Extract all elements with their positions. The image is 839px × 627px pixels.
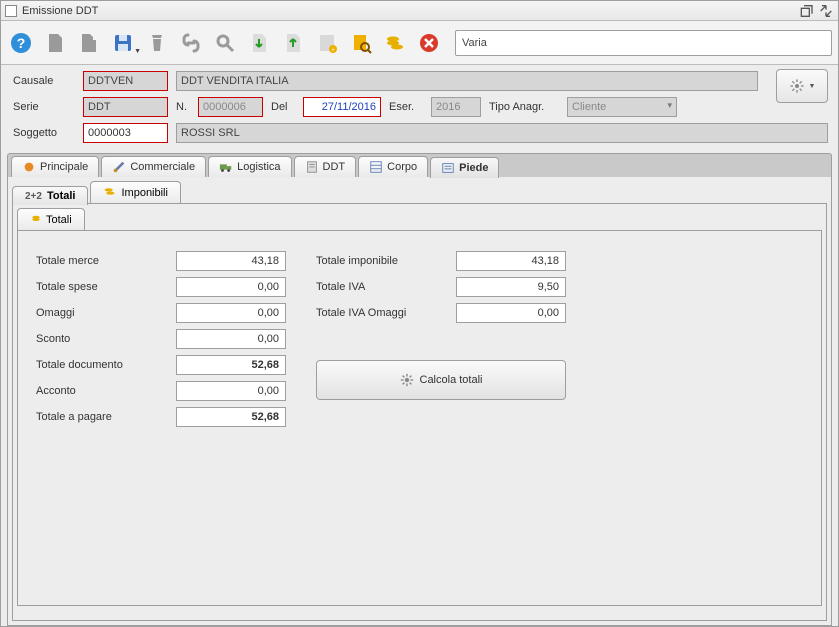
totale-spese-value[interactable]: 0,00 — [176, 277, 286, 297]
eser-field: 2016 — [431, 97, 481, 117]
help-button[interactable]: ? — [7, 29, 35, 57]
gear-icon — [400, 373, 414, 387]
tab-logistica[interactable]: Logistica — [208, 156, 291, 177]
totali-pane: Totali Totale merce 43,18 Totale imponib… — [12, 203, 827, 621]
causale-desc-field: DDT VENDITA ITALIA — [176, 71, 758, 91]
acconto-value[interactable]: 0,00 — [176, 381, 286, 401]
soggetto-code-field[interactable]: 0000003 — [83, 123, 168, 143]
serie-label: Serie — [13, 101, 75, 113]
sum-icon: 2+2 — [25, 191, 42, 202]
coins-tiny-icon — [30, 212, 42, 227]
document-icon — [305, 160, 319, 174]
n-label: N. — [176, 101, 190, 113]
tab-piede[interactable]: Piede — [430, 157, 499, 178]
window-title: Emissione DDT — [22, 5, 798, 17]
search-button[interactable] — [211, 29, 239, 57]
tab-label: Logistica — [237, 161, 280, 173]
status-field: Varia — [455, 30, 832, 56]
serie-field[interactable]: DDT — [83, 97, 168, 117]
tab-label: Imponibili — [121, 187, 167, 199]
totals-content: Totale merce 43,18 Totale imponibile 43,… — [17, 230, 822, 606]
totale-a-pagare-value[interactable]: 52,68 — [176, 407, 286, 427]
svg-text:?: ? — [17, 35, 26, 51]
list-icon — [441, 161, 455, 175]
sub-tabs: 2+2 Totali Imponibili — [12, 181, 827, 204]
tab-corpo[interactable]: Corpo — [358, 156, 428, 177]
restore-button[interactable] — [800, 4, 816, 18]
causale-code-field[interactable]: DDTVEN — [83, 71, 168, 91]
tab-imponibili[interactable]: Imponibili — [90, 181, 180, 204]
tab-commerciale[interactable]: Commerciale — [101, 156, 206, 177]
inner-tabs: Totali — [17, 208, 822, 230]
main-tabs: Principale Commerciale Logistica DDT Cor… — [7, 153, 832, 177]
svg-text:+: + — [331, 48, 335, 54]
omaggi-value[interactable]: 0,00 — [176, 303, 286, 323]
app-window: Emissione DDT ? ▼ — [0, 0, 839, 627]
open-button[interactable] — [75, 29, 103, 57]
coins-button[interactable] — [381, 29, 409, 57]
truck-icon — [219, 160, 233, 174]
calcola-totali-button[interactable]: Calcola totali — [316, 360, 566, 400]
titlebar: Emissione DDT — [1, 1, 838, 21]
new-button[interactable] — [41, 29, 69, 57]
soggetto-label: Soggetto — [13, 127, 75, 139]
save-button[interactable]: ▼ — [109, 29, 137, 57]
link-button[interactable] — [177, 29, 205, 57]
tipoanagr-combo[interactable]: Cliente — [567, 97, 677, 117]
totale-spese-label: Totale spese — [36, 281, 176, 293]
find-doc-button[interactable] — [347, 29, 375, 57]
totale-iva-value[interactable]: 9,50 — [456, 277, 566, 297]
totale-documento-value[interactable]: 52,68 — [176, 355, 286, 375]
totale-a-pagare-label: Totale a pagare — [36, 411, 176, 423]
totale-iva-label: Totale IVA — [316, 281, 456, 293]
totals-grid: Totale merce 43,18 Totale imponibile 43,… — [36, 251, 803, 427]
export-button[interactable] — [279, 29, 307, 57]
tab-label: Corpo — [387, 161, 417, 173]
gear-orange-icon — [22, 160, 36, 174]
tab-label: DDT — [323, 161, 346, 173]
delete-button[interactable] — [143, 29, 171, 57]
totale-documento-label: Totale documento — [36, 359, 176, 371]
tab-label: Principale — [40, 161, 88, 173]
eser-label: Eser. — [389, 101, 423, 113]
omaggi-label: Omaggi — [36, 307, 176, 319]
tab-totali[interactable]: 2+2 Totali — [12, 186, 88, 205]
n-field[interactable]: 0000006 — [198, 97, 263, 117]
tab-label: Totali — [46, 214, 72, 226]
maximize-button[interactable] — [818, 4, 834, 18]
tipoanagr-label: Tipo Anagr. — [489, 101, 559, 113]
totale-merce-label: Totale merce — [36, 255, 176, 267]
sconto-value[interactable]: 0,00 — [176, 329, 286, 349]
chevron-down-icon: ▼ — [809, 83, 816, 90]
piede-pane: 2+2 Totali Imponibili Totali — [7, 177, 832, 626]
del-label: Del — [271, 101, 295, 113]
tab-totali-inner[interactable]: Totali — [17, 208, 85, 230]
note-button[interactable]: + — [313, 29, 341, 57]
tab-label: Totali — [47, 190, 76, 202]
coins-small-icon — [103, 185, 116, 201]
header-form: ▼ Causale DDTVEN DDT VENDITA ITALIA Seri… — [1, 65, 838, 151]
del-field[interactable]: 27/11/2016 — [303, 97, 381, 117]
totale-iva-omaggi-value[interactable]: 0,00 — [456, 303, 566, 323]
grid-icon — [369, 160, 383, 174]
import-button[interactable] — [245, 29, 273, 57]
tab-principale[interactable]: Principale — [11, 156, 99, 177]
close-button[interactable] — [415, 29, 443, 57]
tab-label: Piede — [459, 162, 488, 174]
tab-label: Commerciale — [130, 161, 195, 173]
calcola-label: Calcola totali — [420, 374, 483, 386]
tools-icon — [112, 160, 126, 174]
causale-label: Causale — [13, 75, 75, 87]
totale-merce-value[interactable]: 43,18 — [176, 251, 286, 271]
soggetto-desc-field: ROSSI SRL — [176, 123, 828, 143]
totale-imponibile-value[interactable]: 43,18 — [456, 251, 566, 271]
settings-button[interactable]: ▼ — [776, 69, 828, 103]
totale-imponibile-label: Totale imponibile — [316, 255, 456, 267]
window-icon — [5, 5, 17, 17]
acconto-label: Acconto — [36, 385, 176, 397]
toolbar: ? ▼ + — [1, 21, 838, 65]
totale-iva-omaggi-label: Totale IVA Omaggi — [316, 307, 456, 319]
sconto-label: Sconto — [36, 333, 176, 345]
tab-ddt[interactable]: DDT — [294, 156, 357, 177]
